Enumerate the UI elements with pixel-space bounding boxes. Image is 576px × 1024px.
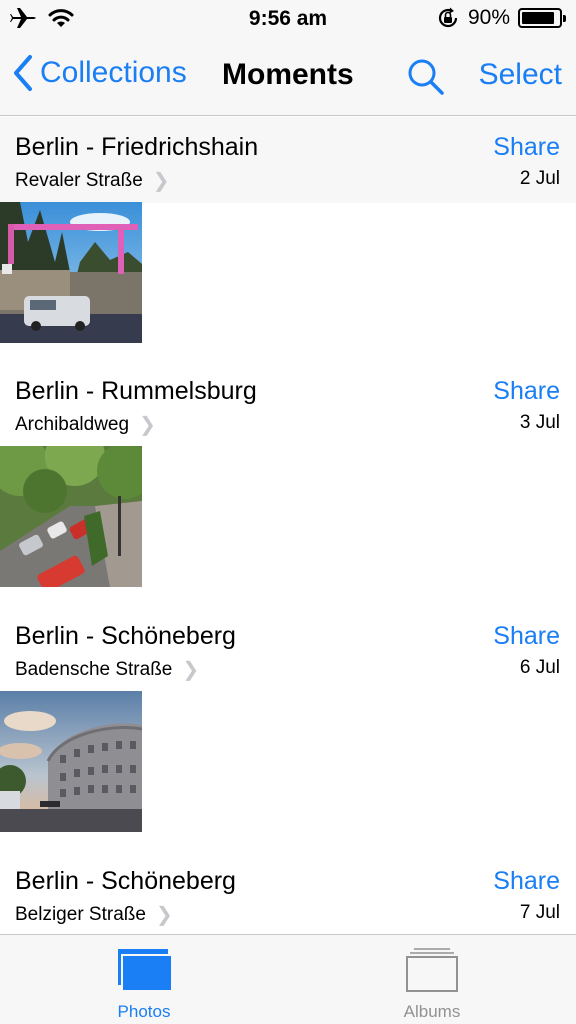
share-button[interactable]: Share [493, 622, 560, 651]
moment-location[interactable]: Revaler Straße ❯ [15, 168, 170, 193]
moment-date: 6 Jul [519, 657, 560, 678]
rotation-lock-icon [438, 7, 458, 28]
moment-header[interactable]: Berlin - Friedrichshain Revaler Straße ❯… [0, 117, 576, 203]
moment-title: Berlin - Schöneberg [15, 622, 236, 650]
navigation-bar: Collections Moments Select [0, 40, 576, 116]
tab-photos[interactable]: Photos [0, 935, 288, 1024]
moment-location[interactable]: Archibaldweg ❯ [15, 412, 156, 437]
moment-header[interactable]: Berlin - Schöneberg Belziger Straße ❯ Sh… [0, 851, 576, 937]
share-button[interactable]: Share [493, 377, 560, 406]
moment-location-label: Badensche Straße [15, 658, 173, 680]
street-photo-3 [0, 691, 142, 832]
photo-thumbnail[interactable] [0, 202, 142, 343]
tab-bar: Photos Albums [0, 934, 576, 1024]
tab-albums-label: Albums [403, 1002, 461, 1021]
street-photo-2 [0, 446, 142, 587]
chevron-right-icon: ❯ [152, 170, 170, 192]
chevron-right-icon: ❯ [155, 904, 173, 926]
moment-header[interactable]: Berlin - Schöneberg Badensche Straße ❯ S… [0, 606, 576, 692]
moment-date: 3 Jul [519, 412, 560, 433]
moment-location-label: Revaler Straße [15, 169, 143, 191]
moment-location[interactable]: Badensche Straße ❯ [15, 657, 199, 682]
photos-icon [118, 949, 173, 992]
moment-date: 2 Jul [519, 168, 560, 189]
chevron-right-icon: ❯ [139, 414, 156, 436]
select-button[interactable]: Select [479, 58, 562, 92]
share-button[interactable]: Share [493, 867, 560, 896]
battery-percent: 90% [467, 6, 510, 29]
moment-header[interactable]: Berlin - Rummelsburg Archibaldweg ❯ Shar… [0, 361, 576, 447]
back-button[interactable]: Collections [12, 54, 187, 92]
moment-location-label: Belziger Straße [15, 903, 146, 925]
status-bar: 9:56 am 90% [0, 0, 576, 40]
moment-date: 7 Jul [519, 902, 560, 923]
battery-fill [522, 12, 555, 24]
moment-title: Berlin - Friedrichshain [15, 133, 259, 161]
moment-title: Berlin - Schöneberg [15, 867, 236, 895]
moment-location-label: Archibaldweg [15, 413, 130, 435]
photo-thumbnail[interactable] [0, 691, 142, 832]
tab-photos-label: Photos [117, 1002, 171, 1021]
search-icon[interactable] [406, 57, 446, 97]
chevron-right-icon: ❯ [182, 659, 200, 681]
moment-title: Berlin - Rummelsburg [15, 377, 257, 405]
albums-icon [406, 948, 458, 992]
page-title: Moments [222, 58, 354, 91]
share-button[interactable]: Share [493, 133, 560, 162]
photo-thumbnail[interactable] [0, 446, 142, 587]
street-photo-1 [0, 202, 142, 343]
battery-icon [518, 8, 566, 28]
chevron-left-icon [14, 55, 32, 91]
back-label: Collections [40, 56, 187, 89]
tab-albums[interactable]: Albums [288, 935, 576, 1024]
moment-location[interactable]: Belziger Straße ❯ [15, 902, 173, 927]
status-right: 90% [436, 6, 566, 30]
battery-tip [563, 15, 566, 22]
